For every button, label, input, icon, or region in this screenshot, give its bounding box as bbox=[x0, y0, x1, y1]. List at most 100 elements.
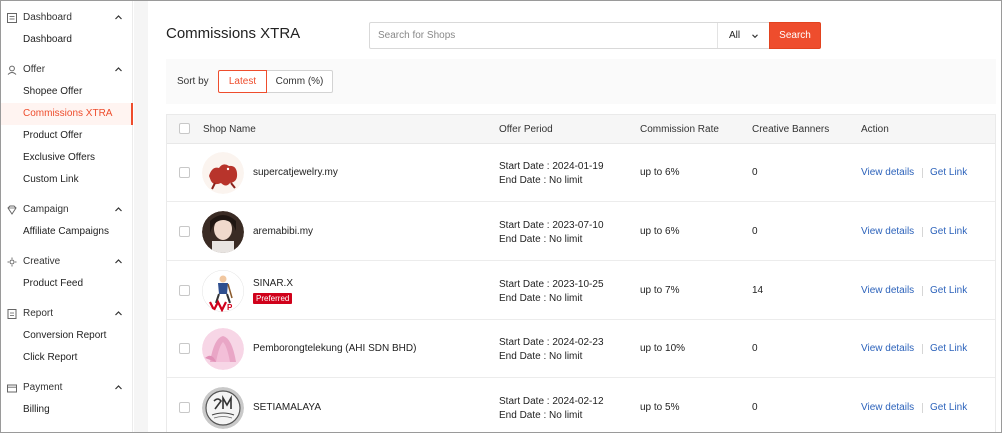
sort-latest-button[interactable]: Latest bbox=[218, 70, 267, 93]
offer-start-date: Start Date : 2024-01-19 bbox=[499, 161, 604, 172]
commission-rate: up to 5% bbox=[640, 402, 680, 413]
view-details-link[interactable]: View details bbox=[861, 402, 914, 413]
sidebar-item-dashboard[interactable]: Dashboard bbox=[1, 29, 133, 51]
offer-start-date: Start Date : 2023-10-25 bbox=[499, 279, 604, 290]
select-all-checkbox[interactable] bbox=[179, 123, 190, 134]
offer-start-date: Start Date : 2023-07-10 bbox=[499, 220, 604, 231]
get-link-link[interactable]: Get Link bbox=[930, 226, 967, 237]
offer-start-date: Start Date : 2024-02-12 bbox=[499, 396, 604, 407]
svg-text:P: P bbox=[227, 303, 233, 312]
offer-end-date: End Date : No limit bbox=[499, 351, 583, 362]
table-row: aremabibi.my Start Date : 2023-07-10 End… bbox=[167, 203, 995, 261]
sidebar-item-affiliate-campaigns[interactable]: Affiliate Campaigns bbox=[1, 221, 133, 243]
table-row: Pemborongtelekung (AHI SDN BHD) Start Da… bbox=[167, 320, 995, 378]
sidebar-group-payment[interactable]: Payment bbox=[1, 377, 133, 399]
main-content: Commissions XTRA All Search Sort by Late… bbox=[148, 1, 1001, 432]
sidebar-item-click-report[interactable]: Click Report bbox=[1, 347, 133, 369]
sidebar-item-product-feed[interactable]: Product Feed bbox=[1, 273, 133, 295]
commission-rate: up to 6% bbox=[640, 167, 680, 178]
table-row: SETIAMALAYA Start Date : 2024-02-12 End … bbox=[167, 379, 995, 432]
row-checkbox[interactable] bbox=[179, 167, 190, 178]
sort-label: Sort by bbox=[177, 76, 209, 87]
shop-name: Pemborongtelekung (AHI SDN BHD) bbox=[253, 343, 417, 354]
app-window: Dashboard Dashboard Offer Shopee Offer C… bbox=[0, 0, 1002, 433]
search-box: All bbox=[369, 22, 770, 49]
shop-name: SETIAMALAYA bbox=[253, 402, 321, 413]
shops-table: Shop Name Offer Period Commission Rate C… bbox=[166, 114, 996, 432]
commission-rate: up to 10% bbox=[640, 343, 686, 354]
action-divider bbox=[922, 168, 923, 178]
sidebar-item-billing[interactable]: Billing bbox=[1, 399, 133, 421]
shop-name: supercatjewelry.my bbox=[253, 167, 338, 178]
offer-period: Start Date : 2023-07-10 End Date : No li… bbox=[499, 219, 604, 247]
offer-period: Start Date : 2024-01-19 End Date : No li… bbox=[499, 160, 604, 188]
column-header-action: Action bbox=[861, 124, 889, 135]
sidebar: Dashboard Dashboard Offer Shopee Offer C… bbox=[1, 1, 133, 432]
shop-avatar: P bbox=[202, 270, 244, 312]
get-link-link[interactable]: Get Link bbox=[930, 343, 967, 354]
commission-rate: up to 7% bbox=[640, 285, 680, 296]
get-link-link[interactable]: Get Link bbox=[930, 285, 967, 296]
sidebar-group-creative[interactable]: Creative bbox=[1, 251, 133, 273]
sidebar-item-exclusive-offers[interactable]: Exclusive Offers bbox=[1, 147, 133, 169]
sidebar-divider bbox=[134, 1, 148, 432]
sidebar-group-label: Campaign bbox=[23, 204, 69, 215]
row-checkbox[interactable] bbox=[179, 343, 190, 354]
chevron-up-icon bbox=[115, 207, 122, 212]
campaign-icon bbox=[7, 205, 17, 215]
view-details-link[interactable]: View details bbox=[861, 343, 914, 354]
get-link-link[interactable]: Get Link bbox=[930, 402, 967, 413]
sidebar-group-report[interactable]: Report bbox=[1, 303, 133, 325]
chevron-up-icon bbox=[115, 385, 122, 390]
view-details-link[interactable]: View details bbox=[861, 167, 914, 178]
column-header-commission-rate: Commission Rate bbox=[640, 124, 719, 135]
sidebar-group-dashboard[interactable]: Dashboard bbox=[1, 7, 133, 29]
creative-banners-count: 0 bbox=[752, 167, 758, 178]
sidebar-item-product-offer[interactable]: Product Offer bbox=[1, 125, 133, 147]
sidebar-group-label: Report bbox=[23, 308, 54, 319]
page-title: Commissions XTRA bbox=[166, 25, 301, 42]
sidebar-group-campaign[interactable]: Campaign bbox=[1, 199, 133, 221]
action-divider bbox=[922, 344, 923, 354]
column-header-creative-banners: Creative Banners bbox=[752, 124, 830, 135]
sidebar-group-offer[interactable]: Offer bbox=[1, 59, 133, 81]
search-button[interactable]: Search bbox=[769, 22, 821, 49]
sidebar-item-custom-link[interactable]: Custom Link bbox=[1, 169, 133, 191]
sidebar-item-commissions-xtra[interactable]: Commissions XTRA bbox=[1, 103, 133, 125]
offer-end-date: End Date : No limit bbox=[499, 410, 583, 421]
row-checkbox[interactable] bbox=[179, 285, 190, 296]
scope-select[interactable]: All bbox=[717, 23, 769, 48]
sidebar-group-label: Creative bbox=[23, 256, 61, 267]
view-details-link[interactable]: View details bbox=[861, 285, 914, 296]
search-input[interactable] bbox=[370, 23, 717, 48]
dashboard-icon bbox=[7, 13, 17, 23]
shop-avatar bbox=[202, 387, 244, 429]
creative-banners-count: 0 bbox=[752, 402, 758, 413]
shop-avatar bbox=[202, 152, 244, 194]
shop-name: SINAR.X bbox=[253, 278, 294, 289]
creative-banners-count: 0 bbox=[752, 226, 758, 237]
sort-bar: Sort by Latest Comm (%) bbox=[166, 59, 996, 104]
sidebar-item-conversion-report[interactable]: Conversion Report bbox=[1, 325, 133, 347]
row-checkbox[interactable] bbox=[179, 226, 190, 237]
action-divider bbox=[922, 286, 923, 296]
shop-name: aremabibi.my bbox=[253, 226, 314, 237]
shop-avatar bbox=[202, 211, 244, 253]
report-icon bbox=[7, 309, 17, 319]
creative-banners-count: 0 bbox=[752, 343, 758, 354]
sidebar-item-shopee-offer[interactable]: Shopee Offer bbox=[1, 81, 133, 103]
offer-period: Start Date : 2024-02-12 End Date : No li… bbox=[499, 395, 604, 423]
table-header: Shop Name Offer Period Commission Rate C… bbox=[167, 115, 995, 144]
shop-avatar bbox=[202, 328, 244, 370]
sidebar-group-label: Dashboard bbox=[23, 12, 72, 23]
row-checkbox[interactable] bbox=[179, 402, 190, 413]
column-header-offer-period: Offer Period bbox=[499, 124, 553, 135]
view-details-link[interactable]: View details bbox=[861, 226, 914, 237]
offer-start-date: Start Date : 2024-02-23 bbox=[499, 337, 604, 348]
offer-period: Start Date : 2024-02-23 End Date : No li… bbox=[499, 336, 604, 364]
sort-commission-button[interactable]: Comm (%) bbox=[266, 70, 333, 93]
commission-rate: up to 6% bbox=[640, 226, 680, 237]
chevron-up-icon bbox=[115, 67, 122, 72]
offer-period: Start Date : 2023-10-25 End Date : No li… bbox=[499, 278, 604, 306]
get-link-link[interactable]: Get Link bbox=[930, 167, 967, 178]
